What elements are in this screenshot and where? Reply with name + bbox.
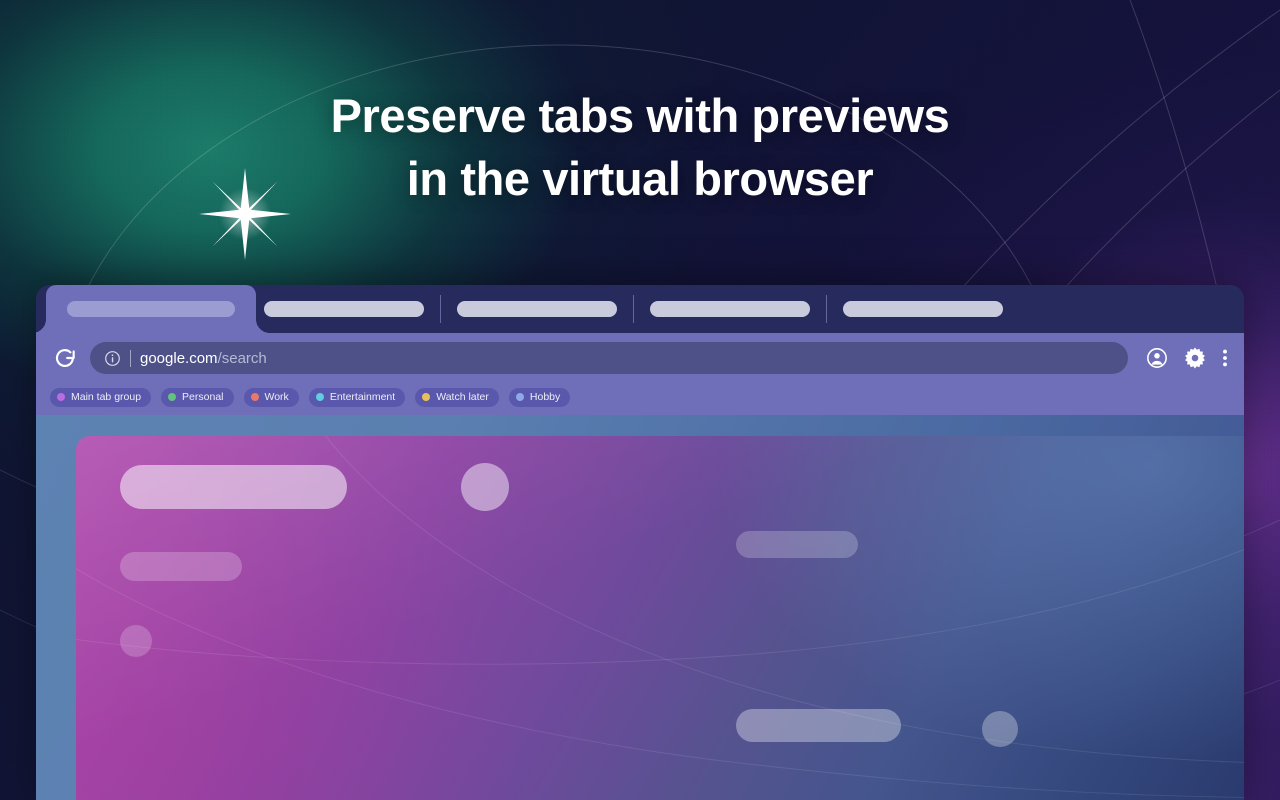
tab-group-color-dot xyxy=(168,393,177,401)
info-circle-icon[interactable] xyxy=(104,350,121,367)
tab-group-chip-entertainment[interactable]: Entertainment xyxy=(308,387,406,407)
skeleton-footer-bar xyxy=(736,709,901,742)
tab-title-placeholder xyxy=(67,301,235,317)
browser-tab-3[interactable] xyxy=(449,285,625,333)
url-host: google.com xyxy=(140,349,218,367)
tab-title-placeholder xyxy=(650,301,810,317)
skeleton-side-bar xyxy=(736,531,858,558)
tab-group-chip-bar: Main tab group Personal Work Entertainme… xyxy=(36,383,1244,415)
tab-group-chip-watch-later[interactable]: Watch later xyxy=(415,387,499,407)
skeleton-footer-circle xyxy=(982,711,1018,747)
address-bar-text: google.com/search xyxy=(140,350,267,367)
browser-viewport xyxy=(36,415,1244,800)
url-path: /search xyxy=(217,349,267,367)
address-bar[interactable]: google.com/search xyxy=(90,342,1128,374)
virtual-browser-window: google.com/search Main tab group Persona… xyxy=(36,285,1244,800)
tab-group-color-dot xyxy=(422,393,431,401)
tab-separator xyxy=(633,295,634,323)
tab-group-color-dot xyxy=(250,393,259,401)
tab-group-label: Entertainment xyxy=(329,391,396,403)
tab-group-color-dot xyxy=(57,393,65,401)
browser-tab-strip xyxy=(36,285,1244,333)
tab-separator xyxy=(826,295,827,323)
page-title: Preserve tabs with previews in the virtu… xyxy=(0,84,1280,210)
browser-toolbar: google.com/search xyxy=(36,333,1244,383)
tab-group-label: Main tab group xyxy=(71,391,142,403)
tab-group-label: Personal xyxy=(182,391,224,403)
browser-tab-5[interactable] xyxy=(835,285,1011,333)
tab-group-chip-work[interactable]: Work xyxy=(243,387,299,407)
skeleton-subtitle-bar xyxy=(120,552,242,581)
tab-group-chip-hobby[interactable]: Hobby xyxy=(508,387,571,407)
sparkle-star-icon xyxy=(199,168,291,260)
tab-separator xyxy=(440,295,441,323)
toolbar-icon-group xyxy=(1140,347,1228,369)
tab-title-placeholder xyxy=(264,301,424,317)
address-bar-divider xyxy=(130,349,131,367)
page-preview-panel[interactable] xyxy=(76,436,1244,800)
profile-avatar-icon[interactable] xyxy=(1146,347,1168,369)
skeleton-avatar-circle xyxy=(461,463,509,511)
gear-icon[interactable] xyxy=(1184,347,1206,369)
headline-line-2: in the virtual browser xyxy=(406,152,874,205)
tab-title-placeholder xyxy=(843,301,1003,317)
tab-group-color-dot xyxy=(515,393,524,401)
skeleton-small-circle xyxy=(120,625,152,657)
tab-group-label: Hobby xyxy=(529,391,561,403)
tab-group-chip-personal[interactable]: Personal xyxy=(161,387,234,407)
reload-icon[interactable] xyxy=(52,345,78,371)
skeleton-heading-bar xyxy=(120,465,347,509)
browser-tab-active[interactable] xyxy=(46,285,256,333)
three-dot-menu-icon[interactable] xyxy=(1222,347,1228,369)
browser-tab-4[interactable] xyxy=(642,285,818,333)
screenshot-root: Preserve tabs with previews in the virtu… xyxy=(0,0,1280,800)
tab-group-color-dot xyxy=(315,393,324,401)
headline-line-1: Preserve tabs with previews xyxy=(330,89,950,142)
browser-tab-2[interactable] xyxy=(256,285,432,333)
tab-title-placeholder xyxy=(457,301,617,317)
tab-group-chip-main-tab-group[interactable]: Main tab group xyxy=(50,387,152,407)
tab-group-label: Watch later xyxy=(436,391,489,403)
tab-group-label: Work xyxy=(264,391,289,403)
